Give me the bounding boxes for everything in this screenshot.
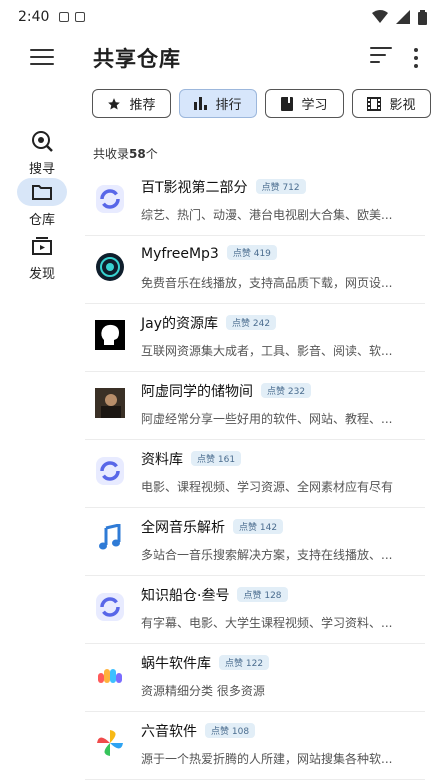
list-item[interactable]: MyfreeMp3 点赞 419 免费音乐在线播放，支持高品质下载，网页设...: [85, 236, 425, 304]
chip-label: 学习: [301, 98, 328, 113]
chip-label: 排行: [215, 98, 242, 113]
signal-icon: [396, 10, 410, 24]
item-description: 源于一个热爱折腾的人所建，网站搜集各种软...: [141, 752, 393, 766]
refresh-app-icon: [96, 185, 124, 213]
refresh-app-icon: [96, 593, 124, 621]
nav-item-discover[interactable]: 发现: [16, 232, 68, 282]
item-name: 知识船仓·叁号: [141, 588, 230, 604]
nav-label: 发现: [28, 267, 55, 282]
cloud-logo-icon: [98, 669, 122, 683]
item-name: 阿虚同学的储物间: [141, 384, 253, 400]
likes-badge: 点赞 161: [191, 451, 242, 466]
music-note-icon: [99, 524, 121, 550]
item-name: 百T影视第二部分: [141, 180, 248, 196]
tv-icon: [32, 237, 52, 255]
item-description: 有字幕、电影、大学生课程视频、学习资料、...: [141, 616, 393, 630]
more-options-icon[interactable]: [411, 45, 421, 71]
nav-item-search[interactable]: 搜寻: [16, 127, 68, 177]
app-notification-icon: [75, 12, 86, 22]
collection-count: 共收录58个: [93, 147, 158, 161]
wifi-icon: [372, 10, 388, 23]
chip-study[interactable]: 学习: [265, 89, 344, 118]
filter-chips: 推荐 排行 学习 影视: [92, 89, 431, 118]
bar-chart-icon: [194, 97, 208, 110]
list-item[interactable]: 知识船仓·叁号 点赞 128 有字幕、电影、大学生课程视频、学习资料、...: [85, 576, 425, 644]
sort-icon[interactable]: [370, 47, 392, 69]
item-description: 互联网资源集大成者，工具、影音、阅读、软...: [141, 344, 393, 358]
item-description: 综艺、热门、动漫、港台电视剧大合集、欧美...: [141, 208, 393, 222]
myfreemp3-icon: [96, 253, 124, 281]
likes-badge: 点赞 122: [219, 655, 270, 670]
likes-badge: 点赞 712: [255, 179, 306, 194]
top-app-bar: 共享仓库: [0, 34, 445, 84]
item-name: 资料库: [141, 452, 183, 468]
item-name: 蜗牛软件库: [141, 656, 211, 672]
item-description: 阿虚经常分享一些好用的软件、网站、教程、...: [141, 412, 393, 426]
menu-icon[interactable]: [30, 49, 54, 69]
repository-list: 百T影视第二部分 点赞 712 综艺、热门、动漫、港台电视剧大合集、欧美... M…: [85, 168, 425, 780]
nav-label: 搜寻: [28, 162, 55, 177]
item-description: 多站合一音乐搜索解决方案，支持在线播放、...: [141, 548, 393, 562]
item-description: 资源精细分类 很多资源: [141, 684, 265, 698]
list-item[interactable]: 全网音乐解析 点赞 142 多站合一音乐搜索解决方案，支持在线播放、...: [85, 508, 425, 576]
likes-badge: 点赞 128: [237, 587, 288, 602]
chip-movies[interactable]: 影视: [352, 89, 431, 118]
item-description: 免费音乐在线播放，支持高品质下载，网页设...: [141, 276, 393, 290]
search-globe-icon: [32, 131, 53, 152]
chip-label: 影视: [389, 98, 416, 113]
likes-badge: 点赞 232: [261, 383, 312, 398]
chip-recommend[interactable]: 推荐: [92, 89, 171, 118]
likes-badge: 点赞 419: [226, 245, 277, 260]
film-icon: [367, 96, 382, 111]
item-name: 全网音乐解析: [141, 520, 225, 536]
gallery-notification-icon: [59, 12, 70, 22]
item-name: MyfreeMp3: [141, 246, 219, 262]
folder-icon: [32, 185, 52, 200]
status-time: 2:40: [18, 9, 50, 25]
photo-avatar-icon: [95, 388, 125, 418]
list-item[interactable]: 百T影视第二部分 点赞 712 综艺、热门、动漫、港台电视剧大合集、欧美...: [85, 168, 425, 236]
book-icon: [281, 96, 294, 111]
chip-label: 推荐: [129, 98, 156, 113]
list-item[interactable]: 蜗牛软件库 点赞 122 资源精细分类 很多资源: [85, 644, 425, 712]
nav-label: 仓库: [28, 213, 55, 228]
star-icon: [108, 97, 121, 110]
battery-icon: [418, 9, 427, 25]
likes-badge: 点赞 242: [226, 315, 277, 330]
page-title: 共享仓库: [93, 47, 181, 71]
list-item[interactable]: Jay的资源库 点赞 242 互联网资源集大成者，工具、影音、阅读、软...: [85, 304, 425, 372]
likes-badge: 点赞 142: [233, 519, 284, 534]
chip-ranking[interactable]: 排行: [179, 89, 257, 118]
status-bar: 2:40: [0, 0, 445, 34]
list-item[interactable]: 六音软件 点赞 108 源于一个热爱折腾的人所建，网站搜集各种软...: [85, 712, 425, 780]
list-item[interactable]: 阿虚同学的储物间 点赞 232 阿虚经常分享一些好用的软件、网站、教程、...: [85, 372, 425, 440]
pinwheel-logo-icon: [97, 730, 123, 756]
likes-badge: 点赞 108: [205, 723, 256, 738]
jay-head-icon: [95, 320, 125, 350]
item-description: 电影、课程视频、学习资源、全网素材应有尽有: [141, 480, 394, 494]
item-name: 六音软件: [141, 724, 197, 740]
item-name: Jay的资源库: [141, 316, 218, 332]
list-item[interactable]: 资料库 点赞 161 电影、课程视频、学习资源、全网素材应有尽有: [85, 440, 425, 508]
refresh-app-icon: [96, 457, 124, 485]
nav-item-repository[interactable]: 仓库: [16, 178, 68, 228]
